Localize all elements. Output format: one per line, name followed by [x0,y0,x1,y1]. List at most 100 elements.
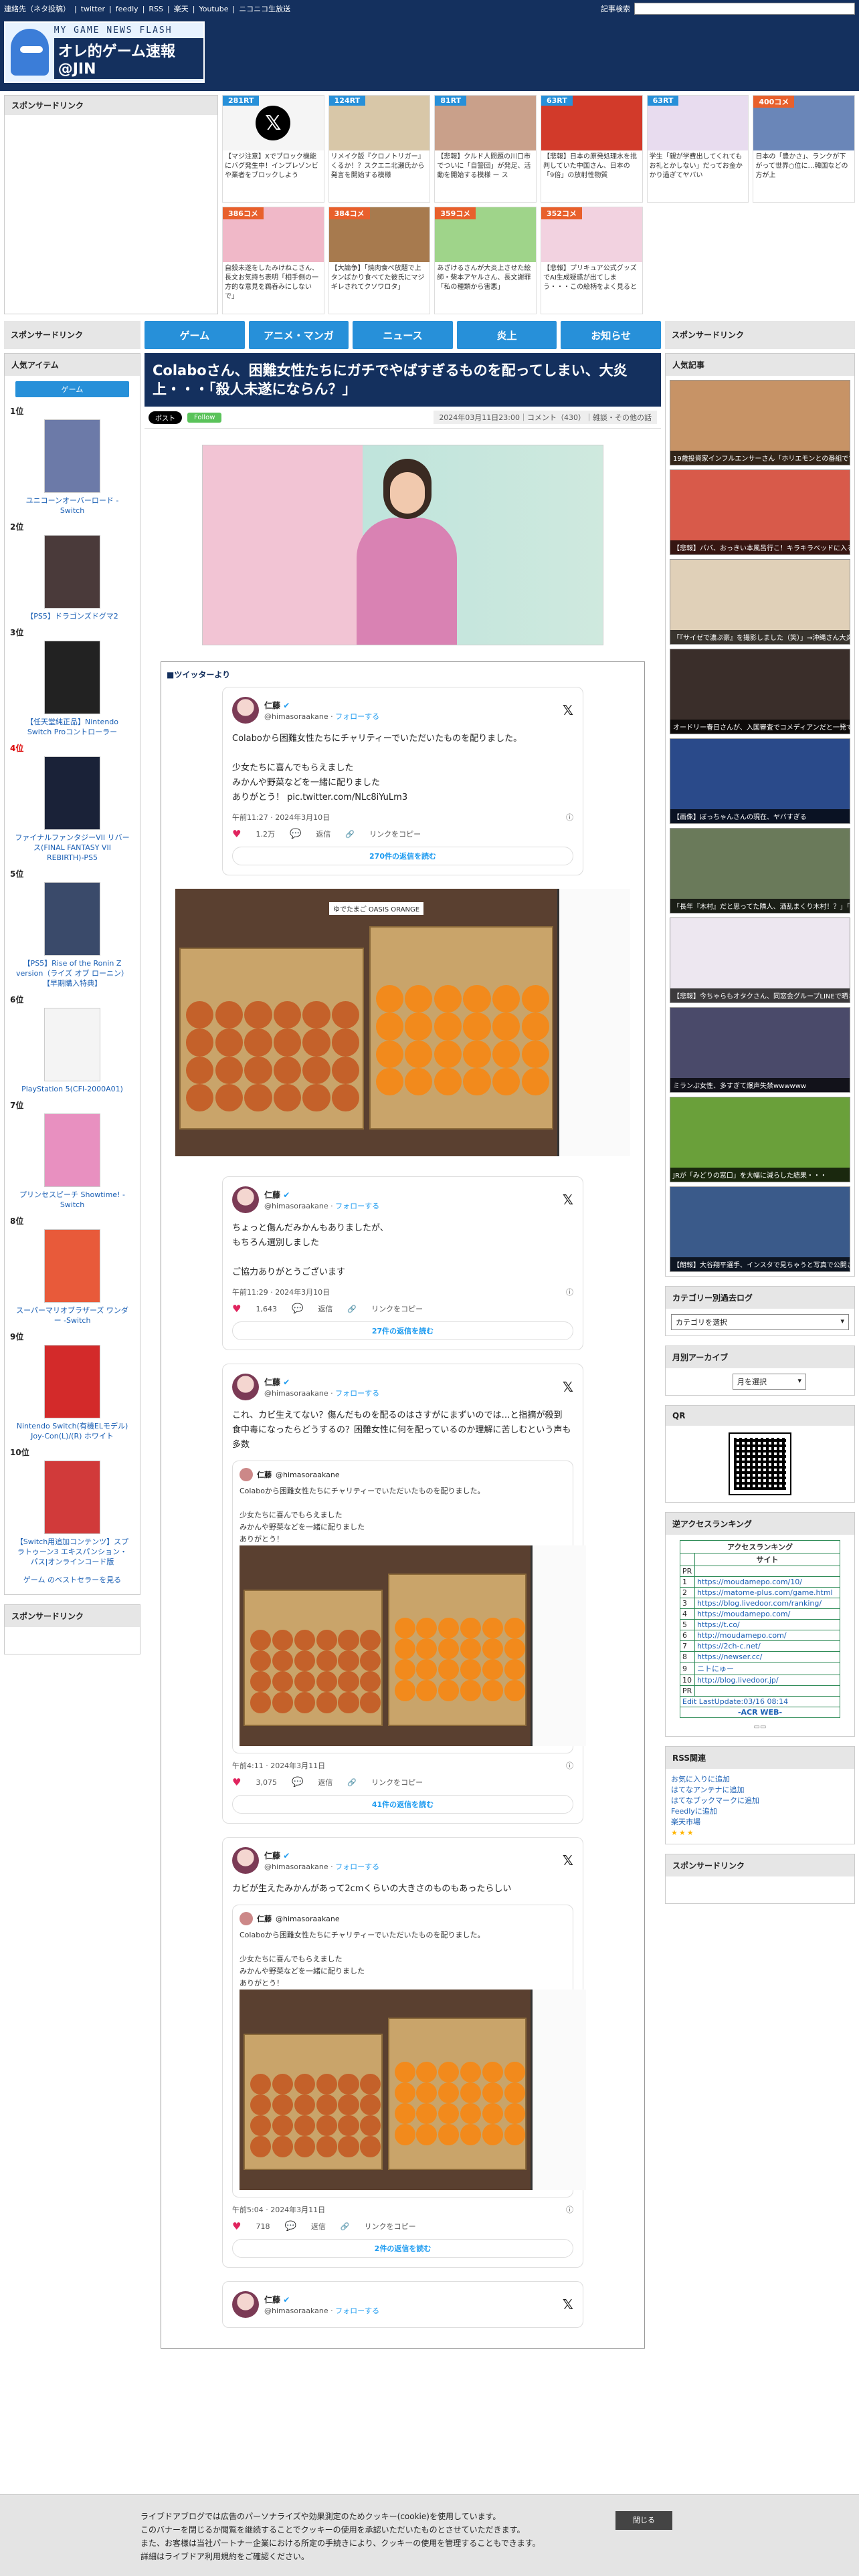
info-icon[interactable]: ⓘ [566,1287,573,1297]
tweet-handle[interactable]: @himasoraakane [264,712,328,721]
product-title[interactable]: プリンセスピーチ Showtime! -Switch [10,1190,134,1210]
link-icon[interactable]: 🔗 [347,1778,357,1787]
popular-article[interactable]: 【朗報】大谷翔平選手、インスタで見ちゃうと写真で公開されているお嫁さん [670,1186,850,1272]
monthly-select[interactable]: 月を選択 ▾ [733,1374,806,1390]
ranking-tab-game[interactable]: ゲーム [15,381,129,397]
tab-0[interactable]: ゲーム [145,321,245,349]
x-logo-icon[interactable]: 𝕏 [563,1192,573,1208]
heart-icon[interactable]: ♥ [232,2220,241,2232]
access-site-link[interactable]: https://moudamepo.com/10/ [694,1576,840,1588]
read-replies-button[interactable]: 41件の返信を読む [232,1795,573,1814]
x-logo-icon[interactable]: 𝕏 [563,702,573,718]
access-site-link[interactable]: https://moudamepo.com/ [694,1608,840,1620]
feedly-follow-button[interactable]: Follow [187,412,222,423]
tweet-author-name[interactable]: 仁藤 [264,701,280,710]
tweet-timestamp[interactable]: 午前5:04 · 2024年3月11日 [232,2204,325,2215]
featured-article[interactable]: 386コメ 自殺未遂をしたみけねこさん、長文お気持ち表明「相手側の一方的な意見を鵜… [222,207,324,314]
popular-article[interactable]: 【悲報】ババ、おっきい本風呂行こ！キラキラベッドに入ると何が起こる？ [670,469,850,555]
reply-icon[interactable]: 💬 [290,829,301,839]
cookie-close-button[interactable]: 閉じる [615,2511,672,2530]
tweet-card[interactable]: 仁藤 ✔ @himasoraakane · フォローする 𝕏 [222,2281,583,2328]
popular-article[interactable]: JRが「みどりの窓口」を大幅に減らした結果・・・ [670,1097,850,1182]
tweet-author-name[interactable]: 仁藤 [264,1851,280,1860]
heart-icon[interactable]: ♥ [232,1303,241,1315]
product-image[interactable] [44,535,100,609]
popular-article[interactable]: 「長年『木村』だと思ってた隣人、酒乱まくり木村！？」「木村」だった。普段よく見て [670,828,850,914]
avatar[interactable] [232,1374,259,1400]
link-icon[interactable]: 🔗 [345,830,355,839]
rss-link[interactable]: 楽天市場 [671,1817,849,1828]
tweet-author-name[interactable]: 仁藤 [264,1378,280,1387]
follow-link[interactable]: フォローする [335,1202,379,1210]
ranking-item[interactable]: 4位 ファイナルファンタジーVII リバース(FINAL FANTASY VII … [5,740,140,865]
product-title[interactable]: PlayStation 5(CFI-2000A01) [10,1084,134,1094]
access-site-link[interactable]: https://matome-plus.com/game.html [694,1587,840,1598]
top-link[interactable]: Youtube [199,5,228,13]
site-logo[interactable]: MY GAME NEWS FLASH オレ的ゲーム速報@JIN [4,21,205,83]
featured-article[interactable]: 63RT 学生「親が学費出してくれてもお礼とかしない」だってお金かかり過ぎてヤバい [646,95,749,203]
ranking-item[interactable]: 10位 【Switch用追加コンテンツ】スプラトゥーン3 エキスパンション・パス|… [5,1444,140,1570]
popular-article[interactable]: 【悲報】今ちゃらもオタクさん、同窓会グループLINEで晒されて家族に怒られる [670,918,850,1003]
follow-link[interactable]: フォローする [335,1389,379,1398]
product-image[interactable] [44,1008,100,1081]
product-title[interactable]: スーパーマリオブラザーズ ワンダー -Switch [10,1305,134,1325]
top-link[interactable]: feedly [116,5,138,13]
follow-link[interactable]: フォローする [335,1862,379,1871]
product-image[interactable] [44,1113,100,1187]
featured-article[interactable]: 359コメ あざけるさんが大炎上させた絵師・柴本アヤルさん、長文謝罪「私の種類から… [434,207,537,314]
top-link[interactable]: 連絡先（ネタ投稿） [4,5,70,13]
featured-article[interactable]: 352コメ 【悲報】プリキュア公式グッズでAI生成疑惑が出てしまう・・・この絵柄を… [541,207,643,314]
tweet-handle[interactable]: @himasoraakane [264,1862,328,1871]
access-site-link[interactable]: ニトにゅー [694,1662,840,1675]
top-link[interactable]: twitter [81,5,105,13]
rss-link[interactable]: Feedlyに追加 [671,1806,849,1817]
product-image[interactable] [44,1229,100,1303]
popular-article[interactable]: ミランぶ女性、多すぎて爆声失禁wwwwww [670,1007,850,1093]
acr-web-link[interactable]: -ACR WEB- [680,1707,840,1718]
product-image[interactable] [44,1345,100,1418]
top-link[interactable]: RSS [149,5,163,13]
reply-icon[interactable]: 💬 [292,1777,303,1788]
tweet-handle[interactable]: @himasoraakane [264,1389,328,1398]
read-replies-button[interactable]: 270件の返信を読む [232,847,573,865]
featured-article[interactable]: 𝕏 281RT 【マジ注意】Xでブロック機能にバグ発生中！インプレゾンビや業者をブロ… [222,95,324,203]
info-icon[interactable]: ⓘ [566,1760,573,1771]
product-title[interactable]: ユニコーンオーバーロード -Switch [10,496,134,516]
ranking-item[interactable]: 3位 【任天堂純正品】Nintendo Switch Proコントローラー [5,624,140,740]
search-input[interactable] [634,3,855,15]
product-image[interactable] [44,756,100,830]
x-post-button[interactable]: ポスト [149,411,182,424]
tweet-handle[interactable]: @himasoraakane [264,2306,328,2315]
product-image[interactable] [44,1461,100,1534]
product-title[interactable]: 【PS5】Rise of the Ronin Z version（ライズ オブ … [10,958,134,988]
quoted-tweet[interactable]: 仁藤 @himasoraakane Colaboから困難女性たちにチャリティーでいた… [232,1905,586,2197]
product-title[interactable]: Nintendo Switch(有機ELモデル) Joy-Con(L)/(R) … [10,1421,134,1441]
read-replies-button[interactable]: 2件の返信を読む [232,2239,573,2258]
tab-4[interactable]: お知らせ [561,321,661,349]
tweet-handle[interactable]: @himasoraakane [264,1202,328,1210]
featured-article[interactable]: 384コメ 【大論争】「焼肉食べ放題で上タンばかり食べてた彼氏にマジギレされてクソ… [328,207,431,314]
read-replies-button[interactable]: 27件の返信を読む [232,1321,573,1340]
article-title[interactable]: Colaboさん、困難女性たちにガチでやばすぎるものを配ってしまい、大炎上・・・… [145,353,661,407]
tweet-card[interactable]: 仁藤 ✔ @himasoraakane · フォローする 𝕏 Colaboから困難女性… [222,687,583,875]
featured-article[interactable]: 81RT 【悲報】クルド人問題の川口市でついに「自警団」が発足、活動を開始する模様… [434,95,537,203]
tweet-author-name[interactable]: 仁藤 [264,2295,280,2304]
x-logo-icon[interactable]: 𝕏 [563,1852,573,1868]
access-site-link[interactable]: https://blog.livedoor.com/ranking/ [694,1598,840,1609]
follow-link[interactable]: フォローする [335,2306,379,2315]
popular-article[interactable]: 【画像】ぼっちゃんさんの現在、ヤバすぎる [670,738,850,824]
link-icon[interactable]: 🔗 [341,2222,350,2231]
ranking-item[interactable]: 8位 スーパーマリオブラザーズ ワンダー -Switch [5,1212,140,1328]
tweet-card[interactable]: 仁藤 ✔ @himasoraakane · フォローする 𝕏 これ、カビ生えてない？傷… [222,1364,586,1824]
bestseller-link[interactable]: ゲーム のベストセラーを見る [5,1570,140,1594]
ranking-item[interactable]: 1位 ユニコーンオーバーロード -Switch [5,403,140,518]
heart-icon[interactable]: ♥ [232,1776,241,1788]
ranking-item[interactable]: 5位 【PS5】Rise of the Ronin Z version（ライズ オ… [5,865,140,991]
featured-article[interactable]: 63RT 【悲報】日本の原発処理水を批判していた中国さん、日本の「9倍」の放射性物… [541,95,643,203]
heart-icon[interactable]: ♥ [232,828,241,840]
top-link[interactable]: 楽天 [174,5,189,13]
rss-link[interactable]: はてなアンテナに追加 [671,1785,849,1796]
product-title[interactable]: 【PS5】ドラゴンズドグマ2 [10,611,134,621]
link-icon[interactable]: 🔗 [347,1305,357,1313]
category-select[interactable]: カテゴリを選択 ▾ [671,1314,849,1330]
